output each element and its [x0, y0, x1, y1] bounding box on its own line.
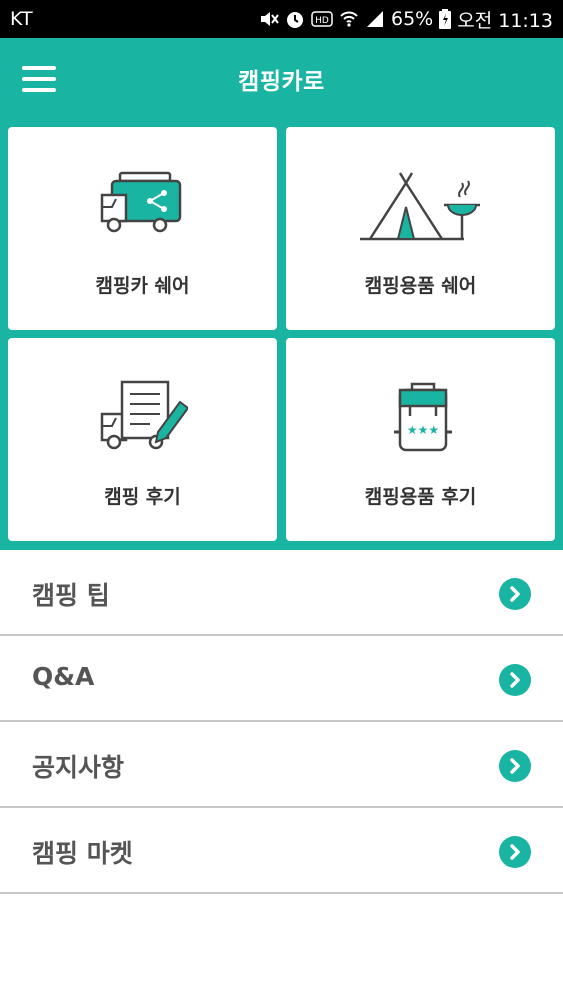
list-item-qna[interactable]: Q&A: [0, 636, 563, 722]
list-item-notices[interactable]: 공지사항: [0, 722, 563, 808]
list-item-label: 캠핑 마켓: [32, 839, 133, 868]
card-camping-review[interactable]: 캠핑 후기: [8, 338, 277, 541]
card-label: 캠핑카 쉐어: [95, 275, 190, 297]
review-truck-icon: [100, 380, 188, 450]
clock: 오전 11:13: [457, 9, 553, 32]
battery-icon: [439, 9, 452, 29]
hd-icon: HD: [311, 11, 333, 27]
mute-icon: [261, 12, 279, 26]
card-camper-share[interactable]: 캠핑카 쉐어: [8, 127, 277, 330]
backpack-stars-icon: ★★★: [393, 382, 452, 452]
chevron-right-icon[interactable]: [499, 836, 531, 868]
app-title: 캠핑카로: [238, 69, 325, 95]
card-gear-review[interactable]: ★★★ 캠핑용품 후기: [286, 338, 555, 541]
chevron-right-icon[interactable]: [499, 664, 531, 696]
list-item-label: Q&A: [32, 662, 95, 691]
chevron-right-icon[interactable]: [499, 578, 531, 610]
status-icons: HD 65% 오전 11:13: [259, 6, 553, 33]
menu-list: 캠핑 팁 Q&A 공지사항 캠핑 마켓: [0, 550, 563, 894]
signal-icon: [367, 11, 383, 27]
list-item-label: 캠핑 팁: [32, 581, 110, 610]
battery-percent: 65%: [391, 8, 434, 30]
card-gear-share[interactable]: 캠핑용품 쉐어: [286, 127, 555, 330]
app-bar: 캠핑카로: [0, 38, 563, 118]
chevron-right-icon[interactable]: [499, 750, 531, 782]
camper-share-icon: [100, 171, 181, 233]
card-label: 캠핑 후기: [104, 486, 181, 508]
card-label: 캠핑용품 후기: [364, 486, 477, 508]
wifi-icon: [340, 11, 358, 27]
card-label: 캠핑용품 쉐어: [364, 275, 477, 297]
tent-grill-icon: [359, 172, 480, 241]
list-item-label: 공지사항: [32, 753, 125, 782]
svg-text:HD: HD: [315, 16, 329, 26]
alarm-icon: [287, 12, 303, 28]
list-item-camping-tips[interactable]: 캠핑 팁: [0, 550, 563, 636]
list-item-camping-market[interactable]: 캠핑 마켓: [0, 808, 563, 894]
svg-text:★★★: ★★★: [406, 423, 438, 437]
status-bar: KT HD 65% 오전 11:13: [0, 0, 563, 38]
carrier-label: KT: [10, 8, 33, 30]
category-grid: 캠핑카 쉐어 캠핑용품 쉐어 캠핑 후기 ★★★ 캠핑용품 후기: [0, 118, 563, 550]
